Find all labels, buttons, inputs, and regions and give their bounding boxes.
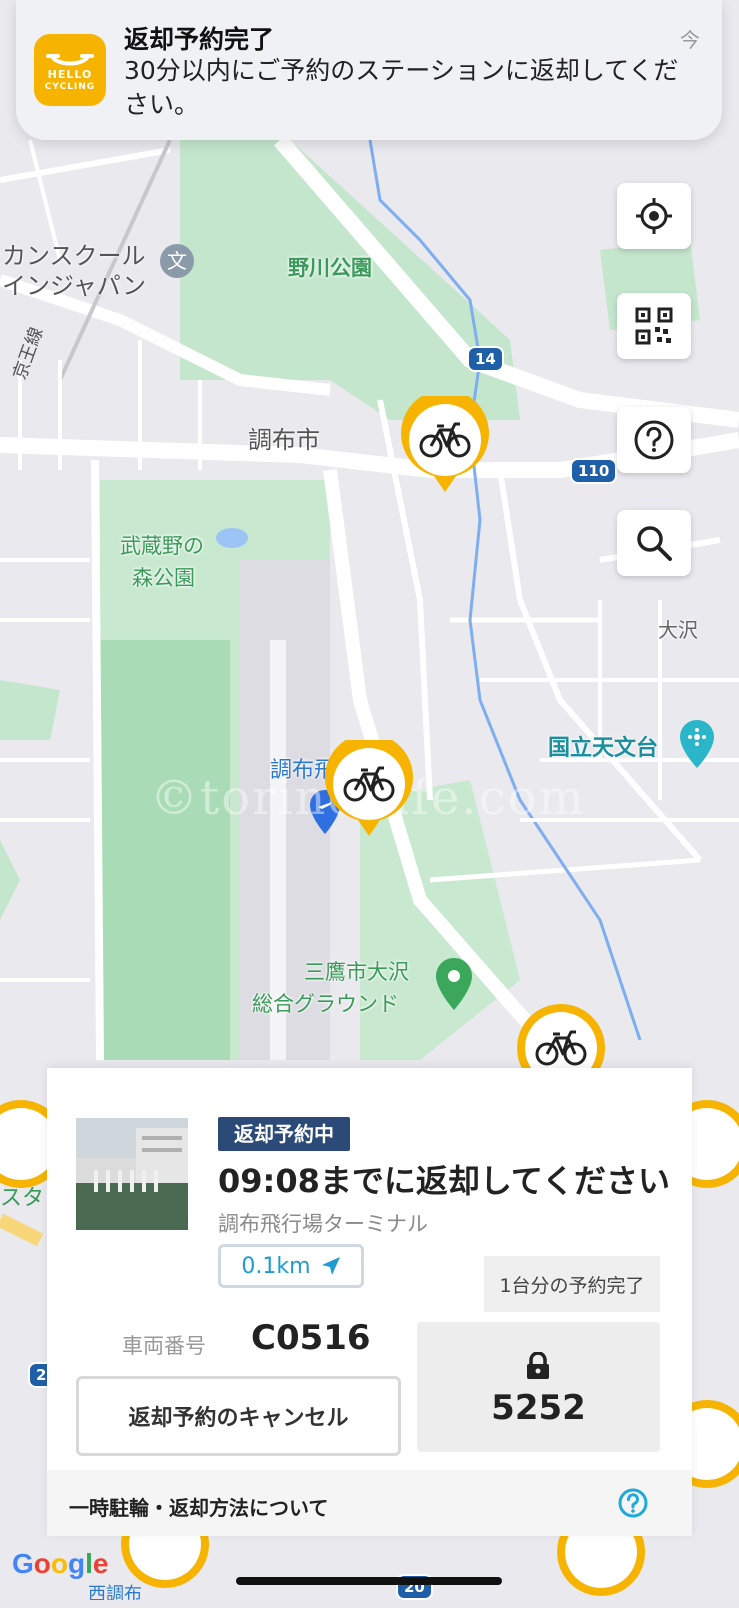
- qr-code-icon: [635, 307, 673, 345]
- station-name: 調布飛行場ターミナル: [218, 1212, 428, 1236]
- bike-icon: [401, 389, 489, 492]
- app-icon-text-2: CYCLING: [44, 82, 96, 92]
- vehicle-number-label: 車両番号: [122, 1334, 206, 1358]
- distance-text: 0.1km: [241, 1253, 311, 1279]
- lock-code-box: 5252: [417, 1322, 660, 1452]
- navigation-arrow-icon: [321, 1257, 340, 1275]
- notification-time: 今: [680, 28, 700, 52]
- lock-code: 5252: [491, 1388, 586, 1428]
- reservation-card: 返却予約中 09:08までに返却してください 調布飛行場ターミナル 0.1km …: [47, 1068, 692, 1536]
- qr-scan-button[interactable]: [617, 293, 691, 359]
- current-location-button[interactable]: [617, 183, 691, 249]
- road-badge-110: 110: [570, 458, 618, 484]
- hello-cycling-app-icon: HELLO CYCLING: [34, 34, 106, 106]
- location-icon: [636, 198, 672, 234]
- parking-info-text: 一時駐輪・返却方法について: [69, 1496, 329, 1520]
- notification-title: 返却予約完了: [124, 25, 275, 54]
- map-label-ground: 三鷹市大沢: [304, 960, 409, 984]
- map-label-osawa: 大沢: [658, 618, 698, 642]
- help-circle-icon: [618, 1488, 648, 1518]
- help-icon: [634, 420, 674, 460]
- help-button[interactable]: [617, 407, 691, 473]
- search-icon: [637, 526, 672, 561]
- app-icon-text: HELLO: [47, 68, 93, 81]
- distance-navigate-button[interactable]: 0.1km: [218, 1244, 364, 1288]
- map-label-chofu-city: 調布市: [248, 426, 320, 454]
- map-label-ground-2: 総合グラウンド: [252, 992, 399, 1016]
- map-label-musashino-2: 森公園: [132, 566, 195, 590]
- notification-body: 30分以内にご予約のステーションに返却してください。: [124, 56, 679, 119]
- lock-icon: [527, 1352, 549, 1379]
- search-button[interactable]: [617, 510, 691, 576]
- google-logo: Google: [12, 1548, 109, 1579]
- map-label-school-2: インジャパン: [2, 272, 146, 300]
- return-deadline: 09:08までに返却してください: [218, 1162, 670, 1200]
- reservation-count-badge: 1台分の予約完了: [484, 1256, 660, 1312]
- push-notification[interactable]: HELLO CYCLING 返却予約完了 30分以内にご予約のステーションに返却…: [16, 0, 722, 140]
- vehicle-number: C0516: [251, 1318, 371, 1358]
- status-badge: 返却予約中: [218, 1117, 350, 1151]
- bike-station-pin[interactable]: [400, 389, 490, 496]
- bike-icon: [325, 733, 413, 836]
- map-label-musashino: 武蔵野の: [120, 534, 204, 558]
- cancel-reservation-button[interactable]: 返却予約のキャンセル: [76, 1376, 401, 1456]
- map-label-nogawa-park: 野川公園: [288, 256, 372, 280]
- map-label-observatory: 国立天文台: [548, 736, 659, 761]
- parking-info-link[interactable]: 一時駐輪・返却方法について: [47, 1470, 692, 1536]
- home-indicator[interactable]: [236, 1577, 502, 1585]
- school-icon: 文: [160, 244, 194, 278]
- road-badge-14: 14: [467, 346, 504, 372]
- station-photo: [76, 1118, 188, 1230]
- bike-station-pin-selected[interactable]: [324, 733, 414, 840]
